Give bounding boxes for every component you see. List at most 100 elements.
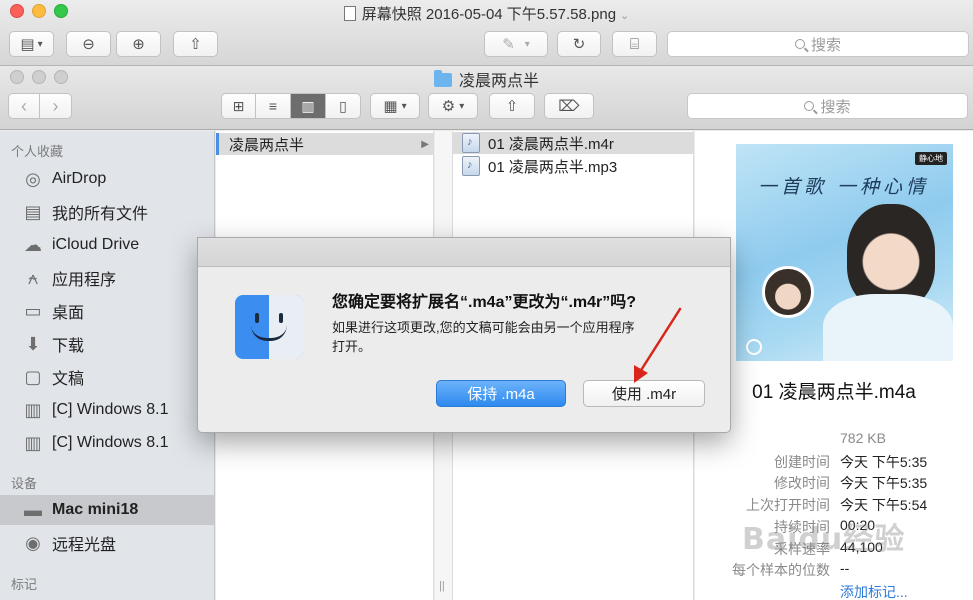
artwork-figure	[823, 294, 953, 361]
album-artwork: 静心地 一首歌 一种心情	[736, 144, 953, 361]
meta-value: 今天 下午5:54	[840, 497, 928, 513]
favorites-header: 个人收藏	[11, 144, 64, 159]
add-tag-link[interactable]: 添加标记...	[840, 582, 908, 600]
zoom-in-icon: ⊕	[132, 36, 145, 53]
folder-row[interactable]: 凌晨两点半 ▶	[216, 133, 433, 155]
artwork-ring	[746, 339, 762, 355]
artwork-text: 一首歌 一种心情	[758, 176, 930, 198]
airdrop-icon: ◎	[25, 168, 41, 189]
dialog-title: 您确定要将扩展名“.m4a”更改为“.m4r”吗?	[332, 294, 637, 311]
column-view-button[interactable]: ▥	[291, 93, 326, 119]
action-gear-icon: ⚙	[441, 98, 456, 115]
artwork-badge: 静心地	[915, 152, 947, 165]
keep-extension-button[interactable]: 保持 .m4a	[436, 380, 566, 407]
tags-header: 标记	[11, 577, 38, 592]
zoom-out-button[interactable]: ⊖	[66, 31, 111, 57]
back-button[interactable]: ‹	[8, 93, 40, 119]
markup-button[interactable]: ✎ ▾	[484, 31, 548, 57]
rotate-button[interactable]: ↻	[557, 31, 601, 57]
coverflow-view-button[interactable]: ▯	[326, 93, 361, 119]
png-document-icon	[343, 6, 356, 21]
column-resize-handle[interactable]: ||	[439, 580, 445, 592]
chevron-down-icon: ▾	[401, 100, 407, 112]
file-row-mp3[interactable]: 01 凌晨两点半.mp3	[453, 155, 693, 177]
devices-header: 设备	[11, 476, 38, 491]
file-row-m4r[interactable]: 01 凌晨两点半.m4r	[453, 132, 693, 154]
view-mode-selector: ⊞ ≡ ▥ ▯	[221, 93, 361, 119]
all-files-icon: ▤	[24, 201, 42, 222]
meta-value: 今天 下午5:35	[840, 454, 928, 470]
arrange-icon: ▦	[383, 98, 398, 115]
dialog-sheet-header	[198, 238, 730, 267]
chevron-down-icon: ▾	[37, 38, 43, 50]
annotation-arrow-icon	[634, 307, 682, 383]
meta-key: 上次打开时间	[746, 497, 830, 513]
rotate-icon: ↻	[572, 36, 586, 53]
preview-file-size: 782 KB	[840, 430, 886, 446]
sidebar-toggle-icon: ▤	[20, 36, 35, 53]
column-view-icon: ▥	[301, 97, 315, 114]
preview-search-field[interactable]: 搜索	[667, 31, 969, 57]
finder-search-field[interactable]: 搜索	[687, 93, 968, 119]
meta-key: 修改时间	[774, 475, 830, 491]
finder-window-title: 凌晨两点半	[0, 67, 973, 91]
sidebar-item-documents[interactable]: ▢ 文稿	[0, 362, 214, 392]
meta-value: --	[840, 560, 850, 576]
list-view-button[interactable]: ≡	[256, 93, 291, 119]
meta-key: 创建时间	[774, 454, 830, 470]
back-icon: ‹	[21, 95, 27, 116]
disclosure-arrow-icon: ▶	[421, 138, 429, 150]
tag-icon: ⌦	[558, 98, 580, 115]
chevron-down-icon: ⌄	[620, 10, 630, 22]
coverflow-view-icon: ▯	[339, 97, 347, 114]
share-icon: ⇧	[189, 36, 202, 53]
finder-toolbar: 凌晨两点半 ‹ › ⊞ ≡ ▥ ▯ ▦ ▾ ⚙ ▾ ⇧ ⌦ 搜索	[0, 66, 973, 130]
finder-share-button[interactable]: ⇧	[489, 93, 535, 119]
sidebar-item-remote-disc[interactable]: ◉ 远程光盘	[0, 528, 214, 558]
icon-view-button[interactable]: ⊞	[221, 93, 256, 119]
chevron-down-icon: ▾	[524, 38, 530, 50]
desktop-icon: ▭	[24, 300, 42, 321]
action-button[interactable]: ⚙ ▾	[428, 93, 478, 119]
sidebar-item-windows-disk-1[interactable]: ▥ [C] Windows 8.1	[0, 395, 214, 425]
sidebar-item-airdrop[interactable]: ◎ AirDrop	[0, 164, 214, 194]
preview-window-title[interactable]: 屏幕快照 2016-05-04 下午5.57.58.png ⌄	[0, 3, 973, 24]
sidebar-item-all-files[interactable]: ▤ 我的所有文件	[0, 197, 214, 227]
share-button[interactable]: ⇧	[173, 31, 218, 57]
folder-icon	[433, 70, 452, 87]
finder-icon	[235, 295, 303, 359]
forward-icon: ›	[52, 95, 59, 116]
mac-mini-icon: ▬	[24, 499, 42, 520]
preview-file-name: 01 凌晨两点半.m4a	[752, 382, 916, 403]
sidebar-item-icloud-drive[interactable]: ☁ iCloud Drive	[0, 230, 214, 260]
sidebar-item-downloads[interactable]: ⬇ 下载	[0, 329, 214, 359]
sidebar-item-windows-disk-2[interactable]: ▥ [C] Windows 8.1	[0, 428, 214, 458]
zoom-out-icon: ⊖	[82, 36, 95, 53]
sidebar-toggle-button[interactable]: ▤ ▾	[9, 31, 54, 57]
search-icon	[794, 39, 805, 49]
navigation-buttons: ‹ ›	[8, 93, 72, 119]
tag-button[interactable]: ⌦	[544, 93, 594, 119]
list-view-icon: ≡	[268, 98, 278, 114]
disk-icon: ▥	[24, 399, 42, 420]
documents-icon: ▢	[24, 366, 42, 387]
zoom-in-button[interactable]: ⊕	[116, 31, 161, 57]
applications-icon: ⍲	[27, 267, 39, 288]
icon-view-icon: ⊞	[232, 97, 245, 114]
icloud-icon: ☁	[24, 234, 42, 255]
artwork-circle-portrait	[762, 266, 814, 318]
toolbox-button[interactable]: ⌸	[612, 31, 657, 57]
forward-button[interactable]: ›	[40, 93, 72, 119]
markup-pen-icon: ✎	[502, 36, 515, 53]
arrange-button[interactable]: ▦ ▾	[370, 93, 420, 119]
preview-window-toolbar: 屏幕快照 2016-05-04 下午5.57.58.png ⌄ ▤ ▾ ⊖ ⊕ ⇧ …	[0, 0, 973, 66]
meta-key: 每个样本的位数	[732, 562, 830, 578]
chevron-down-icon: ▾	[459, 100, 465, 112]
search-icon	[804, 101, 815, 111]
sidebar-item-mac-mini[interactable]: ▬ Mac mini18	[0, 495, 214, 525]
share-icon: ⇧	[505, 98, 519, 115]
dialog-message: 如果进行这项更改,您的文稿可能会由另一个应用程序打开。	[332, 320, 635, 354]
sidebar-item-desktop[interactable]: ▭ 桌面	[0, 296, 214, 326]
optical-disc-icon: ◉	[25, 532, 41, 553]
sidebar-item-applications[interactable]: ⍲ 应用程序	[0, 263, 214, 293]
